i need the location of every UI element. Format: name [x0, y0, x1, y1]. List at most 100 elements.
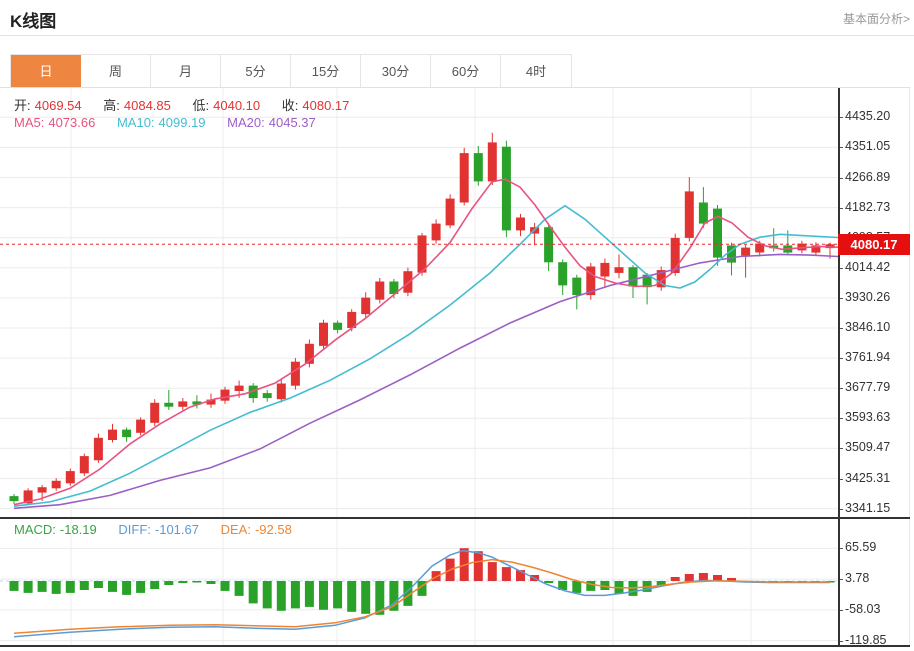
candle	[375, 278, 384, 303]
candle	[488, 133, 497, 185]
tab-8[interactable]: 4时	[501, 55, 571, 88]
macd-bar	[38, 581, 47, 592]
candle	[713, 205, 722, 266]
macd-bar	[685, 574, 694, 581]
tab-5[interactable]: 15分	[291, 55, 361, 88]
price-axis-label: 3509.47	[845, 440, 907, 454]
macd-bar	[586, 581, 595, 591]
macd-bar	[361, 581, 370, 614]
dea-value: -92.58	[255, 522, 292, 537]
candle	[291, 358, 300, 390]
macd-bar	[150, 581, 159, 589]
macd-bar	[192, 581, 201, 583]
macd-bar	[291, 581, 300, 608]
macd-bar	[263, 581, 272, 608]
tab-6[interactable]: 30分	[361, 55, 431, 88]
candle	[685, 177, 694, 241]
diff-label: DIFF:	[118, 522, 151, 537]
candle	[94, 434, 103, 463]
macd-bar	[66, 581, 75, 593]
tab-7[interactable]: 60分	[431, 55, 501, 88]
ma5-value: 4073.66	[48, 115, 95, 130]
ma-readout: MA5:4073.66 MA10:4099.19 MA20:4045.37	[14, 115, 334, 130]
candle	[629, 265, 638, 298]
candle	[741, 245, 750, 278]
current-price-tag: 4080.17	[838, 234, 910, 255]
macd-bar	[235, 581, 244, 596]
candle	[403, 268, 412, 297]
fundamental-analysis-link[interactable]: 基本面分析>	[843, 10, 910, 27]
macd-bar	[488, 562, 497, 581]
price-axis-label: 3341.15	[845, 501, 907, 515]
candle	[249, 383, 258, 403]
candle	[544, 224, 553, 272]
candle	[586, 263, 595, 300]
candle	[572, 275, 581, 310]
macd-bar	[502, 567, 511, 581]
candle	[319, 320, 328, 349]
macd-value: -18.19	[60, 522, 97, 537]
macd-bar	[207, 581, 216, 584]
price-axis-line	[838, 88, 840, 647]
price-axis-label: 4182.73	[845, 200, 907, 214]
price-axis-label: 3761.94	[845, 350, 907, 364]
macd-axis-label: 65.59	[845, 540, 907, 554]
open-value: 4069.54	[35, 98, 82, 113]
price-axis-label: 3593.63	[845, 410, 907, 424]
period-tab-bar: 日周月5分15分30分60分4时	[10, 54, 572, 88]
candle	[136, 417, 145, 435]
macd-label: MACD:	[14, 522, 56, 537]
price-axis-label: 3677.79	[845, 380, 907, 394]
macd-bar	[671, 577, 680, 581]
macd-bar	[474, 551, 483, 581]
candle	[432, 219, 441, 243]
close-value: 4080.17	[302, 98, 349, 113]
macd-bar	[305, 581, 314, 607]
candle	[150, 399, 159, 426]
candle	[446, 194, 455, 228]
macd-bar	[221, 581, 230, 591]
macd-bar	[572, 581, 581, 593]
candle	[52, 478, 61, 491]
price-axis-label: 4014.42	[845, 260, 907, 274]
macd-bar	[10, 581, 19, 591]
close-label: 收:	[282, 98, 299, 113]
tab-2[interactable]: 周	[81, 55, 151, 88]
candle	[221, 387, 230, 404]
candle	[66, 469, 75, 486]
right-border	[909, 88, 910, 647]
main-candlestick-chart[interactable]	[0, 88, 838, 517]
price-axis-label: 4351.05	[845, 139, 907, 153]
candle	[277, 380, 286, 403]
macd-chart[interactable]	[0, 519, 838, 645]
panel-separator	[0, 517, 910, 519]
ma20-value: 4045.37	[269, 115, 316, 130]
macd-bar	[347, 581, 356, 612]
price-axis-label: 3930.26	[845, 290, 907, 304]
price-axis-label: 3846.10	[845, 320, 907, 334]
high-value: 4084.85	[124, 98, 171, 113]
macd-bar	[136, 581, 145, 593]
candle	[502, 141, 511, 238]
ma5-label: MA5:	[14, 115, 44, 130]
macd-bar	[249, 581, 258, 603]
tab-4[interactable]: 5分	[221, 55, 291, 88]
macd-axis-label: -58.03	[845, 602, 907, 616]
low-value: 4040.10	[213, 98, 260, 113]
diff-value: -101.67	[155, 522, 199, 537]
price-axis-label: 4266.89	[845, 170, 907, 184]
ohlc-readout: 开:4069.54 高:4084.85 低:4040.10 收:4080.17	[14, 95, 367, 114]
tab-1[interactable]: 日	[11, 55, 81, 88]
ma10-value: 4099.19	[159, 115, 206, 130]
ma10-label: MA10:	[117, 115, 155, 130]
macd-bar	[164, 581, 173, 585]
candle	[108, 424, 117, 443]
candle	[10, 494, 19, 504]
page-title: K线图	[10, 7, 56, 32]
dea-label: DEA:	[221, 522, 251, 537]
open-label: 开:	[14, 98, 31, 113]
macd-bar	[319, 581, 328, 610]
macd-bar	[544, 581, 553, 583]
tab-3[interactable]: 月	[151, 55, 221, 88]
price-axis-label: 4435.20	[845, 109, 907, 123]
